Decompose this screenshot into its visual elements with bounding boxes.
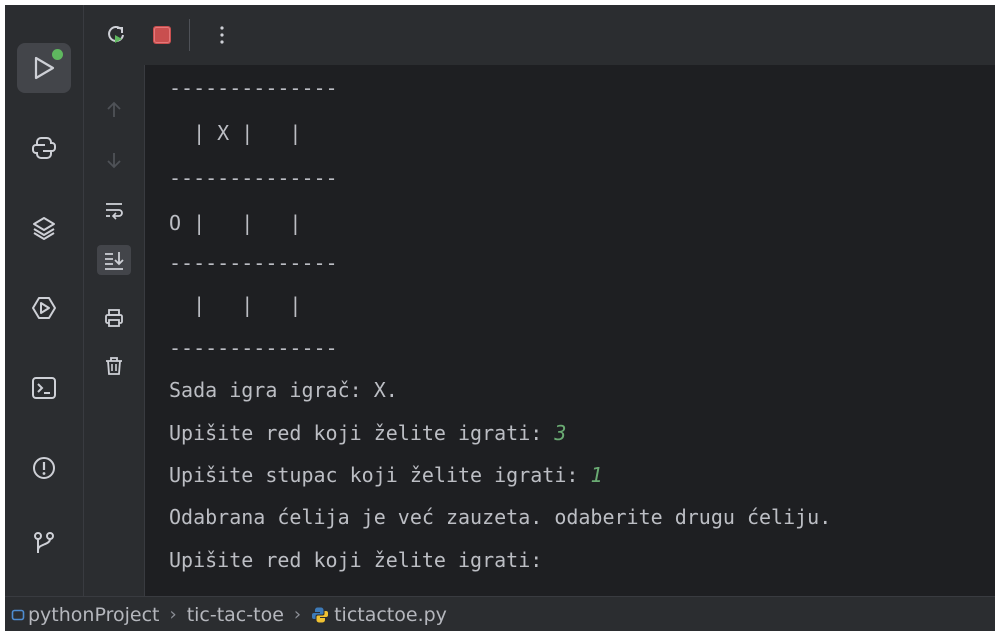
tool-window-bar: [5, 5, 84, 596]
run-tool-button[interactable]: [17, 43, 71, 93]
chevron-right-icon: ›: [169, 604, 177, 625]
console-line: | X | |: [169, 121, 302, 145]
services-icon: [32, 297, 56, 319]
run-toolbar: [84, 5, 995, 66]
terminal-button[interactable]: [17, 363, 71, 413]
python-console-icon: [32, 137, 56, 159]
more-vertical-icon: [220, 26, 224, 44]
git-button[interactable]: [17, 518, 71, 568]
python-file-icon: [312, 607, 329, 622]
previous-occurrence-button[interactable]: [97, 95, 131, 125]
terminal-icon: [32, 377, 56, 399]
prompt-text: Upišite stupac koji želite igrati:: [169, 463, 591, 487]
scroll-to-end-icon: [105, 252, 124, 270]
console-line: --------------: [169, 166, 338, 190]
rerun-button[interactable]: [100, 19, 132, 51]
console-toolbar: [84, 65, 145, 596]
console-line: | | |: [169, 293, 302, 317]
trash-icon: [106, 357, 122, 375]
clear-all-button[interactable]: [97, 351, 131, 381]
console-output[interactable]: -------------- | X | | -------------- O …: [145, 65, 995, 596]
arrow-up-icon: [107, 101, 121, 117]
services-button[interactable]: [17, 283, 71, 333]
next-occurrence-button[interactable]: [97, 145, 131, 175]
more-options-button[interactable]: [206, 19, 238, 51]
stop-button[interactable]: [146, 19, 178, 51]
user-input-value: 1: [590, 463, 603, 487]
breadcrumb-project-label: pythonProject: [28, 603, 160, 626]
module-icon: [11, 609, 25, 620]
running-indicator: [52, 49, 63, 60]
arrow-down-icon: [107, 153, 121, 169]
prompt-text: Upišite red koji želite igrati:: [169, 421, 555, 445]
scroll-to-end-button[interactable]: [97, 245, 131, 275]
problems-icon: [33, 457, 55, 479]
stop-icon: [153, 26, 171, 44]
status-bar: pythonProject › tic-tac-toe › tictactoe.…: [5, 596, 995, 631]
console-line: --------------: [169, 336, 338, 360]
python-console-button[interactable]: [17, 123, 71, 173]
console-line: --------------: [169, 76, 338, 100]
soft-wrap-button[interactable]: [97, 195, 131, 225]
breadcrumb: pythonProject › tic-tac-toe › tictactoe.…: [11, 604, 447, 626]
breadcrumb-file-label: tictactoe.py: [334, 603, 447, 626]
git-icon: [34, 532, 54, 553]
console-line: --------------: [169, 251, 338, 275]
console-line: Upišite red koji želite igrati:: [169, 548, 543, 572]
breadcrumb-file[interactable]: tictactoe.py: [311, 604, 447, 626]
layers-icon: [33, 217, 55, 240]
console-line: O | | |: [169, 211, 302, 235]
breadcrumb-folder[interactable]: tic-tac-toe: [187, 604, 284, 626]
layers-button[interactable]: [17, 203, 71, 253]
chevron-right-icon: ›: [293, 604, 302, 625]
user-input-value: 3: [554, 421, 567, 445]
soft-wrap-icon: [106, 203, 123, 220]
console-line: Sada igra igrač: X.: [169, 378, 398, 402]
console-line: Upišite stupac koji želite igrati: 1: [169, 455, 602, 495]
print-button[interactable]: [97, 303, 131, 333]
print-icon: [105, 309, 123, 327]
problems-button[interactable]: [17, 443, 71, 493]
toolbar-separator: [189, 19, 190, 51]
breadcrumb-project[interactable]: pythonProject: [11, 604, 159, 626]
console-line: Odabrana ćelija je već zauzeta. odaberit…: [169, 505, 832, 529]
console-line: Upišite red koji želite igrati: 3: [169, 413, 566, 453]
ide-window: -------------- | X | | -------------- O …: [5, 5, 995, 631]
rerun-icon: [108, 26, 124, 43]
